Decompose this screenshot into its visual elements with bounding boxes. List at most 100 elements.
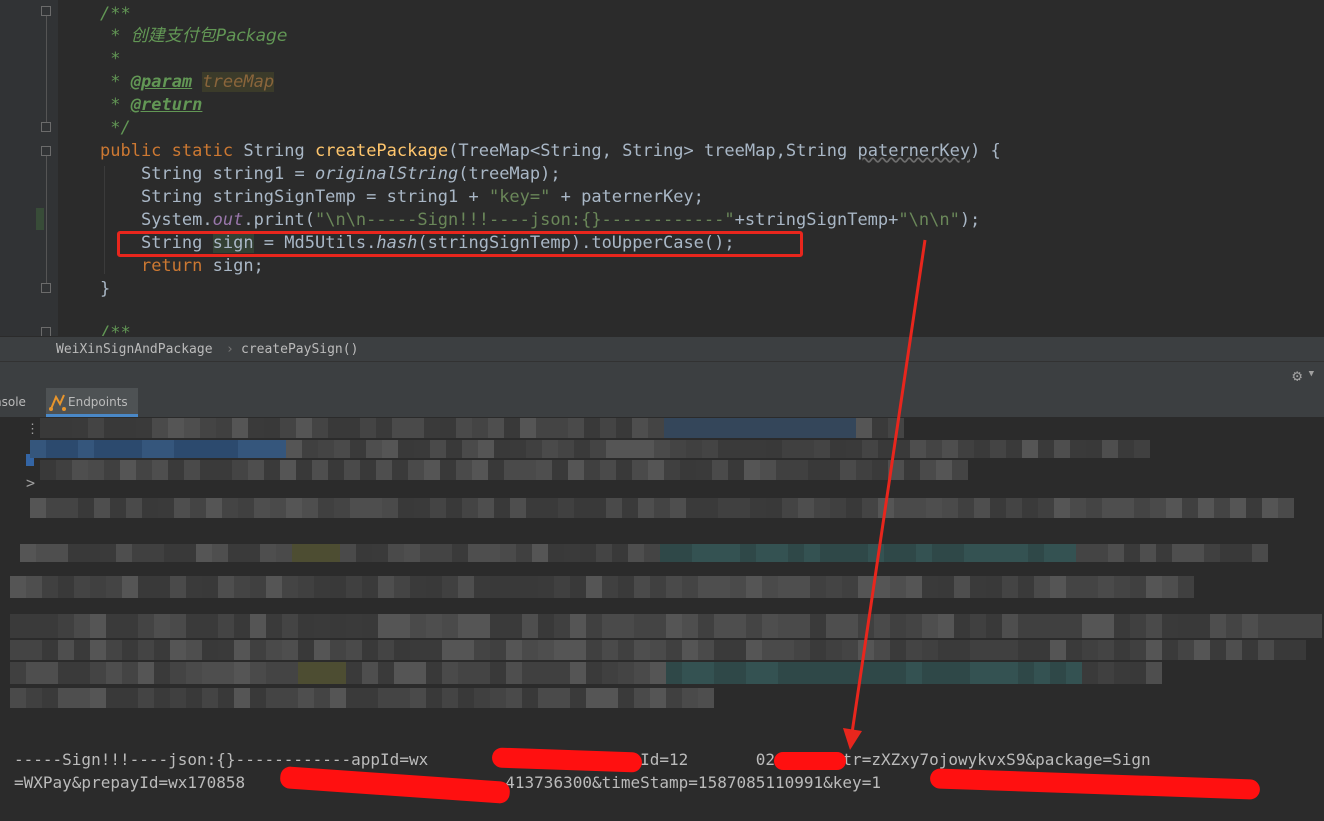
code-line: }	[100, 279, 111, 299]
mosaic-block	[954, 662, 970, 684]
mosaic-block	[490, 576, 506, 598]
mosaic-block	[1082, 662, 1098, 684]
mosaic-block	[1066, 614, 1082, 638]
fold-icon[interactable]	[41, 283, 51, 293]
mosaic-block	[890, 576, 906, 598]
mosaic-block	[446, 440, 462, 458]
code-line: *	[110, 49, 121, 69]
mosaic-block	[254, 498, 270, 518]
mosaic-block	[1162, 576, 1178, 598]
mosaic-block	[746, 576, 762, 598]
mosaic-block	[314, 688, 330, 708]
mosaic-block	[1114, 576, 1130, 598]
mosaic-block	[462, 498, 478, 518]
mosaic-block	[1050, 576, 1066, 598]
gear-icon[interactable]: ⚙	[1292, 366, 1302, 385]
mosaic-block	[430, 440, 446, 458]
mosaic-block	[1066, 662, 1082, 684]
mosaic-block	[250, 662, 266, 684]
mosaic-block	[410, 688, 426, 708]
mosaic-block	[660, 544, 676, 562]
mosaic-block	[1028, 544, 1044, 562]
mosaic-block	[394, 662, 410, 684]
mosaic-block	[94, 440, 110, 458]
fold-icon[interactable]	[41, 146, 51, 156]
mosaic-block	[488, 418, 504, 438]
mosaic-block	[922, 640, 938, 660]
mosaic-block	[362, 662, 378, 684]
mosaic-block	[740, 544, 756, 562]
tab-endpoints[interactable]: Endpoints	[46, 388, 138, 417]
fold-icon[interactable]	[41, 122, 51, 132]
mosaic-block	[42, 688, 58, 708]
mosaic-block	[554, 662, 570, 684]
mosaic-block	[122, 576, 138, 598]
fold-icon[interactable]	[41, 327, 51, 336]
mosaic-block	[922, 662, 938, 684]
chevron-down-icon[interactable]: ▼	[1309, 369, 1314, 379]
mosaic-block	[248, 460, 264, 480]
mosaic-block	[488, 460, 504, 480]
mosaic-block	[1054, 498, 1070, 518]
mosaic-block	[1236, 544, 1252, 562]
mosaic-block	[78, 498, 94, 518]
mosaic-block	[372, 544, 388, 562]
mosaic-block	[404, 544, 420, 562]
fold-icon[interactable]	[41, 6, 51, 16]
mosaic-block	[814, 440, 830, 458]
mosaic-block	[472, 418, 488, 438]
mosaic-block	[346, 688, 362, 708]
breadcrumb-method[interactable]: createPaySign()	[241, 337, 358, 362]
breadcrumb-class[interactable]: WeiXinSignAndPackage	[56, 337, 213, 362]
mosaic-block	[122, 688, 138, 708]
mosaic-block	[698, 640, 714, 660]
mosaic-block	[526, 498, 542, 518]
mosaic-block	[570, 662, 586, 684]
mosaic-block	[616, 418, 632, 438]
mosaic-block	[682, 614, 698, 638]
mosaic-block	[426, 576, 442, 598]
mosaic-block	[90, 614, 106, 638]
mosaic-block	[186, 688, 202, 708]
method-signature: public static String createPackage(TreeM…	[100, 141, 1001, 161]
mosaic-block	[1098, 614, 1114, 638]
mosaic-block	[586, 640, 602, 660]
mosaic-block	[430, 498, 446, 518]
mosaic-block	[538, 688, 554, 708]
mosaic-block	[618, 576, 634, 598]
code-editor[interactable]: /** * 创建支付包Package * * @param treeMap * …	[0, 0, 1324, 336]
mosaic-block	[842, 614, 858, 638]
mosaic-block	[1082, 640, 1098, 660]
mosaic-block	[436, 544, 452, 562]
mosaic-block	[682, 576, 698, 598]
mosaic-block	[148, 544, 164, 562]
mosaic-block	[58, 662, 74, 684]
mosaic-block	[138, 576, 154, 598]
tab-console[interactable]: nsole	[0, 388, 26, 417]
mosaic-block	[670, 440, 686, 458]
mosaic-block	[298, 688, 314, 708]
mosaic-block	[340, 544, 356, 562]
mosaic-block	[298, 576, 314, 598]
mosaic-block	[228, 544, 244, 562]
mosaic-block	[1258, 640, 1274, 660]
mosaic-block	[440, 460, 456, 480]
mosaic-block	[202, 662, 218, 684]
mosaic-block	[474, 576, 490, 598]
console-output[interactable]: ⋮ > -----Sign!!!----json:{}------------a…	[0, 418, 1324, 821]
mosaic-block	[378, 688, 394, 708]
mosaic-block	[490, 614, 506, 638]
mosaic-block	[612, 544, 628, 562]
mosaic-block	[846, 498, 862, 518]
mosaic-block	[394, 688, 410, 708]
mosaic-block	[622, 440, 638, 458]
mosaic-block	[836, 544, 852, 562]
mosaic-block	[410, 576, 426, 598]
mosaic-block	[334, 440, 350, 458]
mosaic-block	[564, 544, 580, 562]
mosaic-block	[1006, 440, 1022, 458]
mosaic-block	[90, 662, 106, 684]
mosaic-block	[440, 418, 456, 438]
mosaic-block	[180, 544, 196, 562]
mosaic-block	[532, 544, 548, 562]
